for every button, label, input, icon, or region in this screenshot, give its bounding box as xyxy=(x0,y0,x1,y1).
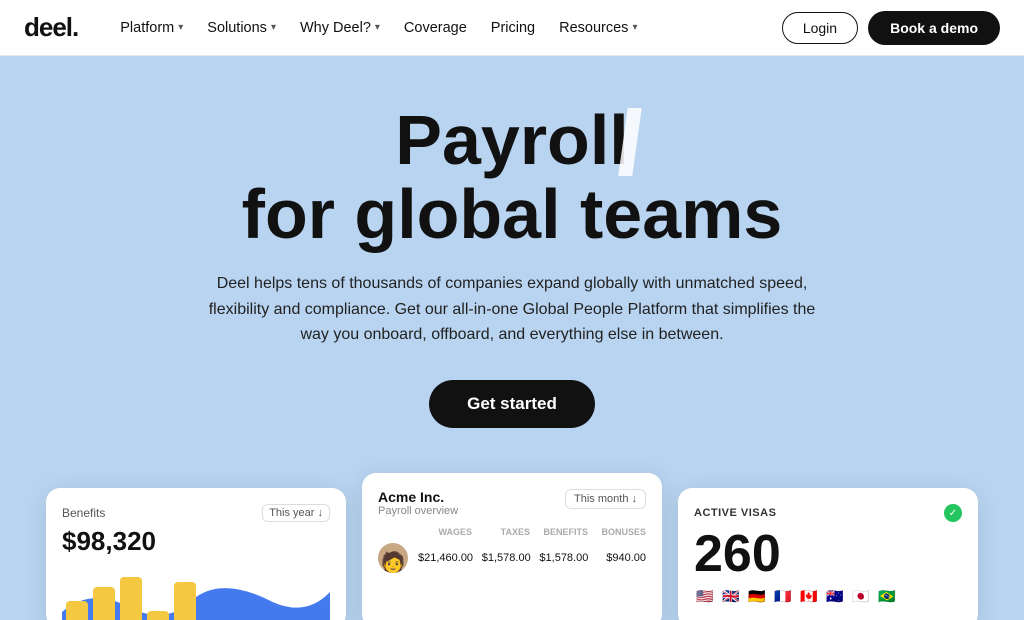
navbar: deel. Platform ▾ Solutions ▾ Why Deel? ▾… xyxy=(0,0,1024,56)
bar-3 xyxy=(120,577,142,620)
flag-ca: 🇨🇦 xyxy=(798,588,820,604)
flag-jp: 🇯🇵 xyxy=(850,588,872,604)
nav-solutions[interactable]: Solutions ▾ xyxy=(197,14,286,42)
flag-de: 🇩🇪 xyxy=(746,588,768,604)
hero-subtitle: Deel helps tens of thousands of companie… xyxy=(202,271,822,348)
taxes-value: $1,578.00 xyxy=(477,552,531,564)
book-demo-button[interactable]: Book a demo xyxy=(868,11,1000,45)
hero-title-payroll: Payroll xyxy=(395,104,628,178)
benefits-label: Benefits xyxy=(62,506,105,520)
get-started-button[interactable]: Get started xyxy=(429,380,595,428)
payroll-data-row: 🧑 $21,460.00 $1,578.00 $1,578.00 $940.00 xyxy=(378,543,646,573)
benefits-period[interactable]: This year ↓ xyxy=(262,504,330,522)
visas-header: ACTIVE VISAS ✓ xyxy=(694,504,962,522)
bar-1 xyxy=(66,601,88,620)
nav-resources[interactable]: Resources ▾ xyxy=(549,14,647,42)
visas-count: 260 xyxy=(694,528,962,580)
nav-links: Platform ▾ Solutions ▾ Why Deel? ▾ Cover… xyxy=(110,14,782,42)
avatar: 🧑 xyxy=(378,543,408,573)
benefits-value: $1,578.00 xyxy=(535,552,589,564)
flag-gb: 🇬🇧 xyxy=(720,588,742,604)
bar-2 xyxy=(93,587,115,620)
card-benefits-header: Benefits This year ↓ xyxy=(62,504,330,522)
wages-value: $21,460.00 xyxy=(418,552,473,564)
card-visas: ACTIVE VISAS ✓ 260 🇺🇸 🇬🇧 🇩🇪 🇫🇷 🇨🇦 🇦🇺 🇯🇵 … xyxy=(678,488,978,620)
nav-actions: Login Book a demo xyxy=(782,11,1000,45)
flag-br: 🇧🇷 xyxy=(876,588,898,604)
card-benefits: Benefits This year ↓ $98,320 xyxy=(46,488,346,620)
hero-title-tagline: for global teams xyxy=(242,178,783,252)
payroll-company-name: Acme Inc. xyxy=(378,489,458,505)
payroll-column-headers: WAGES TAXES BENEFITS BONUSES xyxy=(378,527,646,537)
flag-fr: 🇫🇷 xyxy=(772,588,794,604)
check-icon: ✓ xyxy=(944,504,962,522)
nav-pricing[interactable]: Pricing xyxy=(481,14,545,42)
bar-5 xyxy=(174,582,196,620)
nav-platform[interactable]: Platform ▾ xyxy=(110,14,193,42)
payroll-period[interactable]: This month ↓ xyxy=(565,489,646,509)
payroll-subtitle: Payroll overview xyxy=(378,505,458,517)
payroll-company-info: Acme Inc. Payroll overview xyxy=(378,489,458,517)
nav-coverage[interactable]: Coverage xyxy=(394,14,477,42)
feature-cards: Benefits This year ↓ $98,320 xyxy=(0,473,1024,620)
chevron-down-icon: ▾ xyxy=(271,22,276,33)
card-payroll: Acme Inc. Payroll overview This month ↓ … xyxy=(362,473,662,620)
chevron-down-icon: ▾ xyxy=(375,22,380,33)
payroll-header: Acme Inc. Payroll overview This month ↓ xyxy=(378,489,646,517)
flags-row: 🇺🇸 🇬🇧 🇩🇪 🇫🇷 🇨🇦 🇦🇺 🇯🇵 🇧🇷 xyxy=(694,588,962,604)
chevron-down-icon: ▾ xyxy=(632,22,637,33)
nav-why-deel[interactable]: Why Deel? ▾ xyxy=(290,14,390,42)
hero-section: Payroll for global teams Deel helps tens… xyxy=(0,56,1024,620)
flag-au: 🇦🇺 xyxy=(824,588,846,604)
flag-us: 🇺🇸 xyxy=(694,588,716,604)
chevron-down-icon: ▾ xyxy=(178,22,183,33)
visas-label: ACTIVE VISAS xyxy=(694,507,776,519)
bonuses-value: $940.00 xyxy=(592,552,646,564)
hero-title: Payroll for global teams xyxy=(242,104,783,251)
login-button[interactable]: Login xyxy=(782,12,858,44)
bar-4 xyxy=(147,611,169,620)
benefits-amount: $98,320 xyxy=(62,526,330,557)
logo[interactable]: deel. xyxy=(24,12,78,43)
